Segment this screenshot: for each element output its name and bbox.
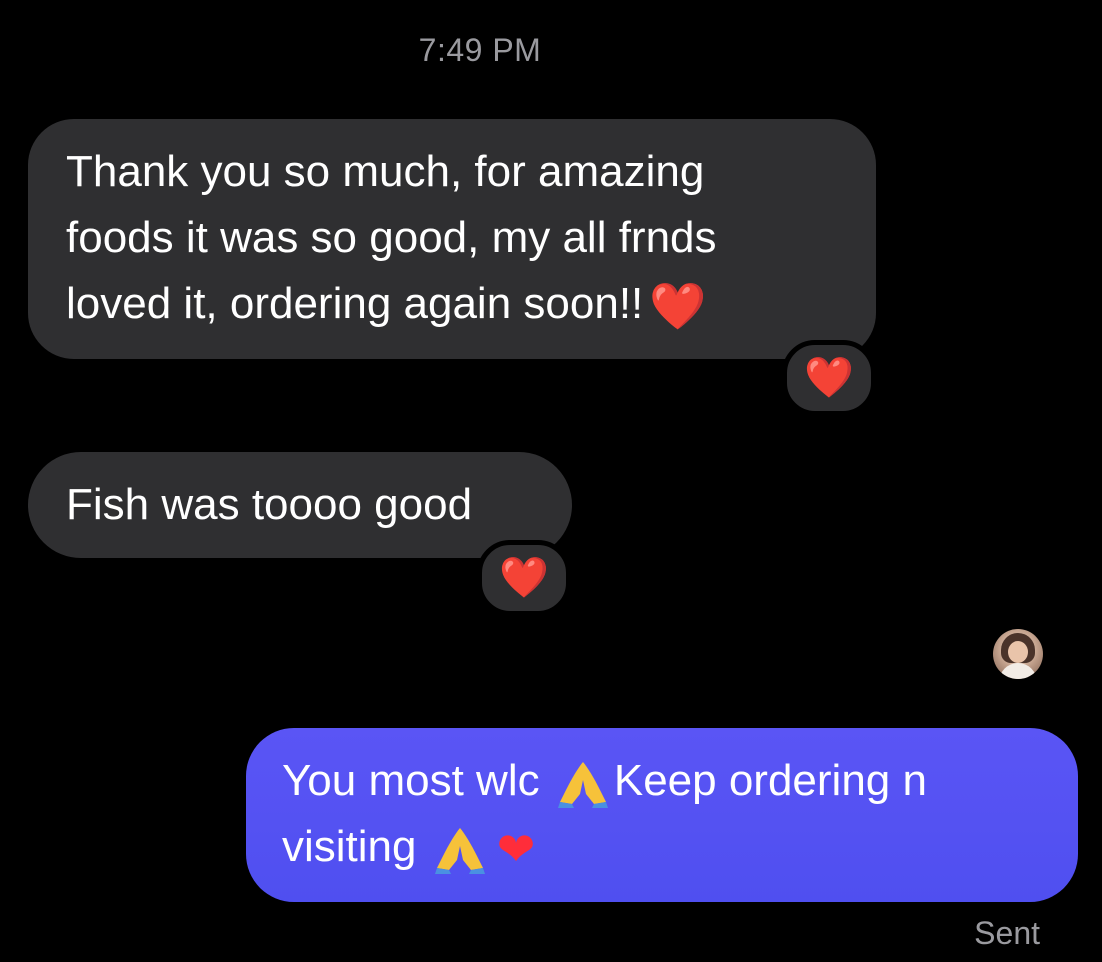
heart-reaction-badge[interactable]: ❤️ — [477, 540, 571, 616]
pray-icon — [434, 828, 485, 875]
outgoing-message-bubble[interactable]: You most wlc Keep ordering n visiting ❤ — [246, 728, 1078, 902]
pray-icon — [557, 762, 608, 809]
avatar-face — [1008, 641, 1028, 663]
avatar-shirt — [999, 663, 1037, 679]
message-text: Keep ordering n — [613, 756, 927, 805]
heart-icon: ❤️ — [649, 280, 707, 333]
message-text-line: foods it was so good, my all frnds — [66, 213, 717, 262]
seen-by-avatar[interactable] — [993, 629, 1043, 679]
heart-reaction-badge[interactable]: ❤️ — [782, 340, 876, 416]
message-text: visiting — [282, 822, 417, 871]
heart-icon: ❤️ — [499, 556, 549, 600]
incoming-message-bubble[interactable]: Fish was toooo good — [28, 452, 572, 558]
delivery-status: Sent — [974, 915, 1040, 951]
message-timestamp: 7:49 PM — [418, 32, 542, 68]
heart-icon: ❤️ — [804, 356, 854, 400]
incoming-message-bubble[interactable]: Thank you so much, for amazing foods it … — [28, 119, 876, 359]
message-text-line: Thank you so much, for amazing — [66, 147, 705, 196]
message-text: Fish was toooo good — [66, 480, 473, 529]
message-text-line: loved it, ordering again soon!! — [66, 279, 644, 328]
heart-icon: ❤ — [496, 823, 536, 876]
message-text: You most wlc — [282, 756, 540, 805]
